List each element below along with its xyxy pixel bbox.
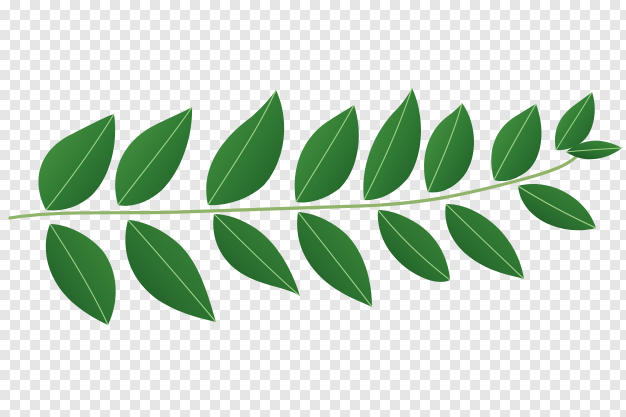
leaf-lower-2: [125, 219, 217, 323]
leaf-lower-7: [517, 183, 597, 231]
transparent-background: [0, 0, 626, 417]
curry-leaf-branch-illustration: [8, 87, 623, 326]
leaf-upper-1: [38, 113, 116, 211]
leaf-lower-5: [377, 209, 451, 282]
leaf-upper-3: [206, 89, 285, 206]
leaf-lower-3: [213, 213, 301, 297]
leaf-lower-4: [297, 211, 373, 308]
leaf-upper-4: [294, 104, 359, 203]
leaf-lower-6: [445, 203, 525, 280]
leaf-upper-5: [363, 87, 421, 201]
leaf-upper-2: [115, 106, 193, 206]
leaf-upper-7: [491, 103, 542, 182]
leaf-lower-1: [45, 223, 116, 326]
leaf-upper-6: [424, 102, 474, 193]
